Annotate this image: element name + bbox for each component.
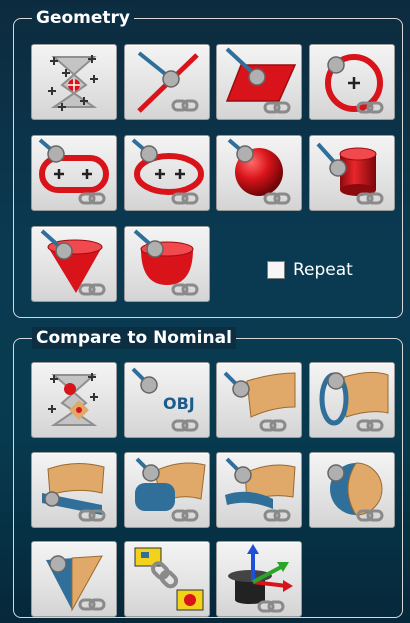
compare-points-button[interactable] <box>31 362 117 438</box>
sphere-icon <box>227 138 291 205</box>
sphere-surface-icon <box>327 462 384 522</box>
sphere-button[interactable] <box>216 135 302 211</box>
ellipse-icon <box>131 138 204 205</box>
repeat-option[interactable]: Repeat <box>267 260 353 280</box>
surface-curve-button[interactable] <box>216 452 302 528</box>
compare-points-icon <box>48 373 98 426</box>
cylindrical-surface-button[interactable] <box>309 362 395 438</box>
surface-point-icon <box>223 371 296 432</box>
repeat-label: Repeat <box>293 260 353 280</box>
sphere-surface-button[interactable] <box>309 452 395 528</box>
plane-button[interactable] <box>216 44 302 120</box>
cylinder-icon <box>316 142 384 205</box>
slot-icon <box>38 138 109 205</box>
coordinate-system-icon <box>228 544 293 613</box>
slot-button[interactable] <box>31 135 117 211</box>
obj-surface-button[interactable]: OBJ <box>124 362 210 438</box>
cylindrical-surface-icon <box>319 371 389 432</box>
compare-title: Compare to Nominal <box>32 327 236 349</box>
feature-chain-icon <box>134 547 204 611</box>
repeat-checkbox[interactable] <box>267 261 285 279</box>
surface-edge-button[interactable] <box>31 452 117 528</box>
paraboloid-button[interactable] <box>124 226 210 302</box>
cone-surface-button[interactable] <box>31 541 117 617</box>
coordinate-system-button[interactable] <box>216 541 302 617</box>
plane-icon <box>225 47 297 114</box>
surface-curve-icon <box>225 457 296 522</box>
circle-button[interactable] <box>309 44 395 120</box>
paraboloid-icon <box>133 229 199 296</box>
line-button[interactable] <box>124 44 210 120</box>
cylinder-surface-button[interactable] <box>124 452 210 528</box>
obj-label: OBJ <box>163 394 195 413</box>
feature-chain-button[interactable] <box>124 541 210 617</box>
cone-surface-icon <box>46 555 106 612</box>
surface-edge-icon <box>42 463 106 522</box>
surface-point-button[interactable] <box>216 362 302 438</box>
cylinder-button[interactable] <box>309 135 395 211</box>
sparse-points-icon <box>48 55 98 111</box>
cylinder-surface-icon <box>135 457 206 522</box>
line-icon <box>137 51 199 113</box>
geometry-title: Geometry <box>32 7 134 29</box>
sparse-points-button[interactable] <box>31 44 117 120</box>
ellipse-button[interactable] <box>124 135 210 211</box>
circle-icon <box>325 54 384 114</box>
cone-icon <box>40 229 106 296</box>
obj-surface-icon: OBJ <box>131 367 199 432</box>
cone-button[interactable] <box>31 226 117 302</box>
